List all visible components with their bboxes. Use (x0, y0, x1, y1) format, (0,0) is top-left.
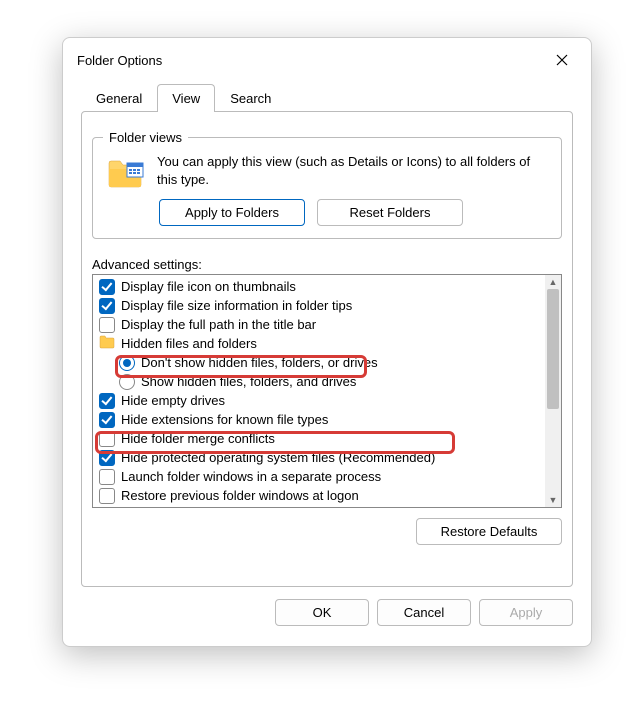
list-item-label: Display the full path in the title bar (121, 317, 316, 332)
advanced-settings-label: Advanced settings: (92, 257, 562, 272)
apply-button[interactable]: Apply (479, 599, 573, 626)
window-title: Folder Options (77, 53, 162, 68)
list-item[interactable]: Display file size information in folder … (93, 296, 561, 315)
scroll-up-icon[interactable]: ▲ (545, 275, 561, 289)
list-item-label: Hide folder merge conflicts (121, 431, 275, 446)
cancel-button[interactable]: Cancel (377, 599, 471, 626)
dialog-buttons: OK Cancel Apply (63, 599, 573, 626)
list-item[interactable]: Display the full path in the title bar (93, 315, 561, 334)
checkbox[interactable] (99, 431, 115, 447)
folder-icon (105, 155, 149, 191)
list-item-label: Hide empty drives (121, 393, 225, 408)
list-item[interactable]: Hidden files and folders (93, 334, 561, 353)
tab-panel-view: Folder views You can apply this view (su… (81, 111, 573, 587)
scrollbar[interactable]: ▲ ▼ (545, 275, 561, 507)
checkbox[interactable] (99, 298, 115, 314)
radio[interactable] (119, 355, 135, 371)
restore-defaults-button[interactable]: Restore Defaults (416, 518, 562, 545)
list-item[interactable]: Show hidden files, folders, and drives (93, 372, 561, 391)
tab-view[interactable]: View (157, 84, 215, 112)
list-item-label: Hide extensions for known file types (121, 412, 328, 427)
scroll-down-icon[interactable]: ▼ (545, 493, 561, 507)
checkbox[interactable] (99, 317, 115, 333)
tab-general[interactable]: General (81, 84, 157, 112)
checkbox[interactable] (99, 393, 115, 409)
scroll-thumb[interactable] (547, 289, 559, 409)
checkbox[interactable] (99, 412, 115, 428)
advanced-settings-list[interactable]: Display file icon on thumbnails Display f… (92, 274, 562, 508)
checkbox[interactable] (99, 507, 115, 509)
list-item[interactable]: Don't show hidden files, folders, or dri… (93, 353, 561, 372)
checkbox[interactable] (99, 279, 115, 295)
tab-search[interactable]: Search (215, 84, 286, 112)
list-item-label: Display file icon on thumbnails (121, 279, 296, 294)
checkbox[interactable] (99, 450, 115, 466)
list-item[interactable]: Hide extensions for known file types (93, 410, 561, 429)
list-item[interactable]: Hide protected operating system files (R… (93, 448, 561, 467)
close-icon (556, 54, 568, 66)
list-item[interactable]: Hide folder merge conflicts (93, 429, 561, 448)
list-item[interactable]: Restore previous folder windows at logon (93, 486, 561, 505)
reset-folders-button[interactable]: Reset Folders (317, 199, 463, 226)
list-item-label: Launch folder windows in a separate proc… (121, 469, 381, 484)
apply-to-folders-button[interactable]: Apply to Folders (159, 199, 305, 226)
folder-views-group: Folder views You can apply this view (su… (92, 130, 562, 239)
list-item[interactable]: Launch folder windows in a separate proc… (93, 467, 561, 486)
close-button[interactable] (547, 48, 577, 72)
ok-button[interactable]: OK (275, 599, 369, 626)
list-item-label: Restore previous folder windows at logon (121, 488, 359, 503)
folder-icon (99, 335, 115, 352)
titlebar: Folder Options (63, 38, 591, 80)
list-item-label: Display file size information in folder … (121, 298, 352, 313)
folder-views-legend: Folder views (103, 130, 188, 145)
list-item[interactable]: Display file icon on thumbnails (93, 277, 561, 296)
radio[interactable] (119, 374, 135, 390)
tabs: General View Search (63, 84, 591, 112)
checkbox[interactable] (99, 488, 115, 504)
list-item-label: Don't show hidden files, folders, or dri… (141, 355, 378, 370)
folder-views-description: You can apply this view (such as Details… (157, 153, 551, 188)
folder-options-dialog: Folder Options General View Search Folde… (62, 37, 592, 647)
list-item-label: Hide protected operating system files (R… (121, 450, 435, 465)
list-item-label: Show drive letters (121, 507, 224, 508)
list-item-label: Hidden files and folders (121, 336, 257, 351)
list-item[interactable]: Show drive letters (93, 505, 561, 508)
list-item-label: Show hidden files, folders, and drives (141, 374, 356, 389)
list-item[interactable]: Hide empty drives (93, 391, 561, 410)
checkbox[interactable] (99, 469, 115, 485)
